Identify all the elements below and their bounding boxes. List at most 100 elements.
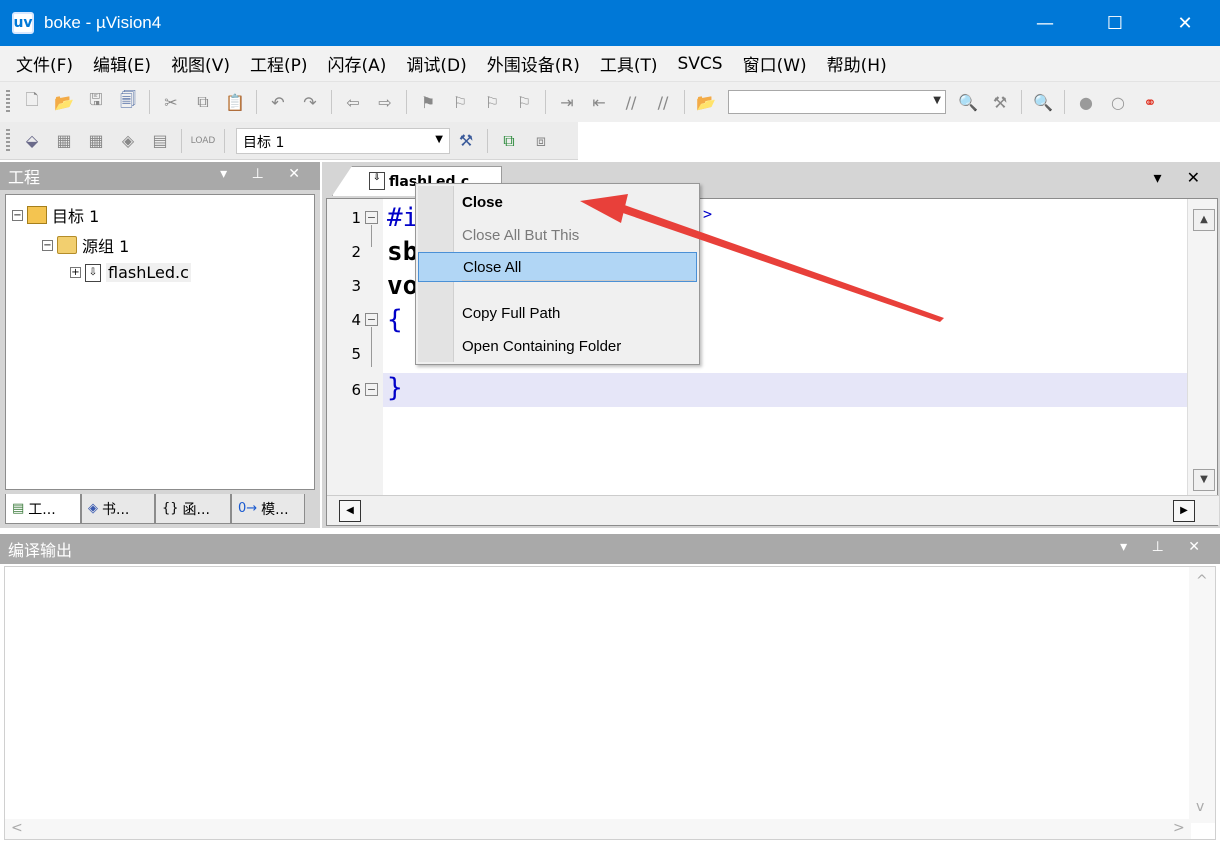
batch-build-icon[interactable]: ◈ (117, 130, 139, 152)
incremental-find-icon[interactable]: ⚒ (989, 91, 1011, 113)
clear-breakpoints-icon[interactable]: ⚭ (1139, 91, 1161, 113)
bookmark-next-icon[interactable]: ⚐ (481, 91, 503, 113)
scroll-left-icon[interactable]: ◀ (339, 500, 361, 522)
open-folder-icon[interactable]: 📂 (53, 91, 75, 113)
line-number: 6 (351, 381, 361, 399)
scroll-up-icon[interactable]: ▲ (1193, 209, 1215, 231)
code-line: #i (387, 203, 419, 233)
menu-edit[interactable]: 编辑(E) (83, 51, 161, 76)
target-options-icon[interactable]: ⚒ (455, 130, 477, 152)
navigate-forward-icon[interactable]: ⇨ (374, 91, 396, 113)
menu-view[interactable]: 视图(V) (161, 51, 240, 76)
toolbar-separator (684, 90, 685, 114)
editor-controls[interactable]: ▾ ✕ (1153, 168, 1210, 187)
save-icon[interactable]: 🖫 (85, 90, 107, 113)
tab-books[interactable]: ◈ 书... (81, 494, 155, 524)
unindent-icon[interactable]: ⇤ (588, 91, 610, 113)
navigate-back-icon[interactable]: ⇦ (342, 91, 364, 113)
menu-item-close-all[interactable]: Close All (418, 252, 697, 282)
bookmark-toggle-icon[interactable]: ⚑ (417, 91, 439, 113)
expand-icon[interactable]: + (70, 267, 81, 278)
load-download-icon[interactable]: LOAD (191, 130, 216, 152)
menu-item-open-containing-folder[interactable]: Open Containing Folder (418, 331, 697, 361)
indent-icon[interactable]: ⇥ (556, 91, 578, 113)
cut-icon[interactable]: ✂ (160, 91, 182, 113)
menu-project[interactable]: 工程(P) (240, 51, 318, 76)
find-in-files-icon[interactable]: 📂 (695, 91, 717, 113)
fold-collapse-icon[interactable]: − (365, 383, 378, 396)
menu-help[interactable]: 帮助(H) (817, 51, 897, 76)
tree-node-file[interactable]: + ⇩ flashLed.c (70, 263, 191, 282)
build-output-text[interactable]: ^ v < > (4, 566, 1216, 840)
scroll-up-icon[interactable]: ^ (1196, 573, 1208, 589)
project-panel-title: 工程 (8, 168, 41, 187)
tree-node-target[interactable]: − 目标 1 (12, 203, 99, 227)
collapse-icon[interactable]: − (42, 239, 53, 251)
close-window-button[interactable]: ✕ (1150, 0, 1220, 46)
scroll-right-icon[interactable]: > (1173, 820, 1185, 836)
stop-build-icon[interactable]: ▤ (149, 130, 171, 152)
menu-peripherals[interactable]: 外围设备(R) (477, 51, 590, 76)
output-horizontal-scrollbar[interactable]: < > (5, 819, 1191, 839)
scroll-down-icon[interactable]: v (1196, 799, 1204, 815)
editor-vertical-scrollbar[interactable]: ▲ ▼ (1187, 199, 1217, 495)
bookmark-clear-icon[interactable]: ⚐ (513, 91, 535, 113)
fold-collapse-icon[interactable]: − (365, 211, 378, 224)
build-output-controls[interactable]: ▾ ⊥ ✕ (1120, 539, 1210, 555)
scroll-right-icon[interactable]: ▶ (1173, 500, 1195, 522)
tab-templates[interactable]: 0→ 模... (231, 494, 305, 524)
toolbar-separator (1021, 90, 1022, 114)
project-panel-controls[interactable]: ▾ ⊥ ✕ (220, 166, 310, 182)
toolbar-separator (406, 90, 407, 114)
menu-flash[interactable]: 闪存(A) (318, 51, 397, 76)
uvision-app-icon[interactable]: uv (12, 12, 34, 34)
tab-functions[interactable]: {} 函... (155, 494, 231, 524)
uncomment-icon[interactable]: // (652, 91, 674, 113)
build-icon[interactable]: ▦ (53, 130, 75, 152)
tab-project[interactable]: ▤ 工... (5, 494, 81, 524)
new-file-icon[interactable]: 🗋 (21, 90, 43, 113)
menu-item-close[interactable]: Close (418, 187, 697, 217)
editor-horizontal-scrollbar[interactable]: ◀ ▶ (327, 495, 1219, 525)
build-output-panel: 编译输出 ▾ ⊥ ✕ ^ v < > (0, 534, 1220, 844)
collapse-icon[interactable]: − (12, 209, 23, 221)
line-number: 5 (351, 345, 361, 363)
line-number: 4 (351, 311, 361, 329)
manage-components-icon[interactable]: ⧉ (498, 130, 520, 152)
menu-window[interactable]: 窗口(W) (733, 51, 817, 76)
save-all-icon[interactable]: 🗐 (117, 90, 139, 113)
minimize-button[interactable]: — (1010, 0, 1080, 46)
undo-icon[interactable]: ↶ (267, 91, 289, 113)
maximize-button[interactable]: ☐ (1080, 0, 1150, 46)
copy-icon[interactable]: ⧉ (192, 91, 214, 113)
disable-breakpoint-icon[interactable]: ○ (1107, 91, 1129, 113)
file-extensions-icon[interactable]: ⧈ (530, 130, 552, 152)
menu-item-copy-full-path[interactable]: Copy Full Path (418, 298, 697, 328)
scroll-down-icon[interactable]: ▼ (1193, 469, 1215, 491)
toolbar-grip[interactable] (6, 90, 10, 114)
menu-file[interactable]: 文件(F) (6, 51, 83, 76)
comment-icon[interactable]: // (620, 91, 642, 113)
find-icon[interactable]: 🔍 (957, 91, 979, 113)
menu-item-close-all-but-this[interactable]: Close All But This (418, 220, 697, 250)
fold-collapse-icon[interactable]: − (365, 313, 378, 326)
scroll-left-icon[interactable]: < (11, 820, 23, 836)
project-panel-tabs: ▤ 工... ◈ 书... {} 函... 0→ 模... (5, 494, 315, 524)
menu-svcs[interactable]: SVCS (668, 54, 733, 74)
tree-node-group[interactable]: − 源组 1 (42, 233, 129, 257)
redo-icon[interactable]: ↷ (299, 91, 321, 113)
bookmark-prev-icon[interactable]: ⚐ (449, 91, 471, 113)
output-vertical-scrollbar[interactable]: ^ v (1189, 567, 1215, 823)
target-select[interactable]: 目标 1 ▼ (236, 127, 450, 154)
paste-icon[interactable]: 📋 (224, 91, 246, 113)
breakpoint-icon[interactable]: ● (1075, 91, 1097, 113)
translate-icon[interactable]: ⬙ (21, 130, 43, 152)
menu-debug[interactable]: 调试(D) (396, 51, 476, 76)
rebuild-icon[interactable]: ▦ (85, 130, 107, 152)
find-combo[interactable]: ▼ (728, 90, 946, 114)
toolbar-separator (224, 128, 225, 153)
debug-session-icon[interactable]: 🔍 (1032, 91, 1054, 113)
menu-tools[interactable]: 工具(T) (590, 51, 668, 76)
toolbar-grip[interactable] (6, 128, 10, 153)
toolbar-separator (331, 90, 332, 114)
